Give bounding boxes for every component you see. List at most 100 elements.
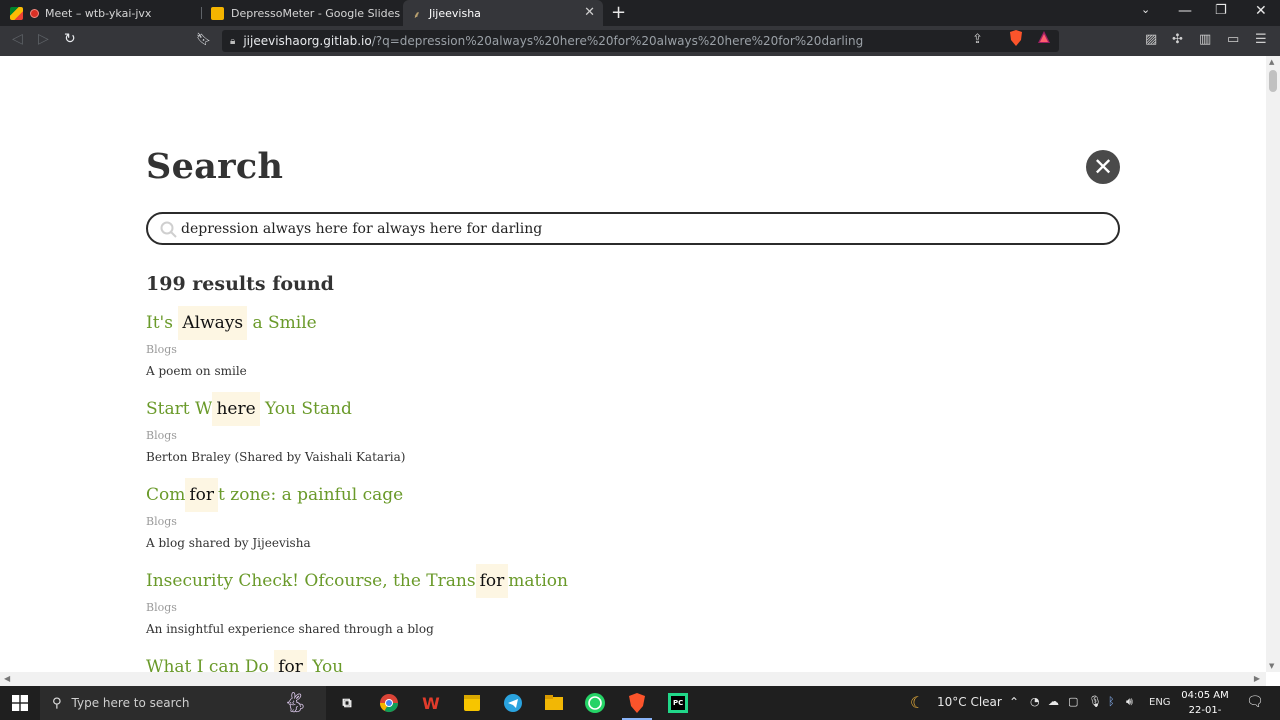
search-field[interactable]	[146, 212, 1120, 245]
minimize-icon[interactable]: —	[1178, 3, 1192, 19]
volume-icon[interactable]: 🔊︎	[1126, 695, 1133, 709]
result-title-text: a Smile	[247, 313, 317, 333]
tab-jijeevisha[interactable]: ⸙ Jijeevisha ✕	[403, 0, 603, 26]
puzzle-icon[interactable]: ✣	[1172, 32, 1183, 47]
vertical-scrollbar[interactable]: ▲ ▼	[1266, 56, 1280, 672]
brave-rewards-icon[interactable]	[1037, 30, 1051, 48]
show-hidden-icons-icon[interactable]: ⌃	[1009, 695, 1019, 709]
clock-time: 04:05 AM	[1181, 690, 1229, 701]
close-tab-icon[interactable]: ✕	[584, 5, 595, 20]
brave-browser-icon[interactable]	[626, 692, 648, 714]
tab-search-chevron-icon[interactable]: ⌄	[1141, 3, 1150, 16]
result-description: An insightful experience shared through …	[146, 622, 434, 636]
menu-icon[interactable]: ☰	[1255, 32, 1267, 47]
search-result: Insecurity Check! Ofcourse, the Trans for…	[146, 564, 568, 636]
wallet-icon[interactable]: ▭	[1227, 32, 1239, 47]
horizontal-scrollbar[interactable]: ◀ ▶	[0, 672, 1266, 686]
search-icon	[160, 221, 177, 238]
telegram-icon[interactable]	[502, 692, 524, 714]
windows-taskbar: ⚲ Type here to search 🐇︎ ⧉ W PC ☾ 10°C C…	[0, 686, 1280, 720]
result-description: Berton Braley (Shared by Vaishali Katari…	[146, 450, 406, 464]
scroll-up-icon[interactable]: ▲	[1269, 58, 1274, 66]
bunny-icon: 🐇︎	[282, 690, 308, 714]
weather-text[interactable]: 10°C Clear	[937, 695, 1002, 709]
search-input[interactable]	[181, 220, 1081, 237]
result-title-link[interactable]: Insecurity Check! Ofcourse, the Trans for…	[146, 564, 568, 598]
tab-label: Meet – wtb-ykai-jvx	[45, 6, 152, 20]
brave-shield-icon[interactable]	[1009, 30, 1023, 50]
chrome-icon[interactable]	[378, 692, 400, 714]
reload-icon[interactable]: ↻	[64, 31, 76, 47]
result-title-link[interactable]: It's Always a Smile	[146, 306, 317, 340]
scroll-left-icon[interactable]: ◀	[4, 674, 10, 683]
address-host: jijeevishaorg.gitlab.io	[243, 34, 372, 48]
scrollbar-thumb[interactable]	[1269, 70, 1277, 92]
restore-icon[interactable]: ❐	[1215, 3, 1227, 18]
close-icon: ✕	[1092, 153, 1114, 181]
tab-label: Jijeevisha	[429, 6, 481, 20]
site-favicon-icon: ⸙	[413, 9, 421, 21]
file-explorer-icon[interactable]	[543, 692, 565, 714]
result-title-text: Com	[146, 485, 186, 505]
browser-tab-bar: Meet – wtb-ykai-jvx DepressoMeter - Goog…	[0, 0, 1280, 26]
whatsapp-icon[interactable]	[584, 692, 606, 714]
back-icon[interactable]: ◁	[12, 31, 23, 47]
system-clock[interactable]: 04:05 AM 22-01-2023	[1176, 688, 1234, 720]
result-title-text: It's	[146, 313, 179, 333]
task-view-icon[interactable]: ⧉	[336, 692, 358, 714]
weather-moon-icon[interactable]: ☾	[910, 693, 924, 712]
meet-icon	[10, 6, 23, 20]
result-title-link[interactable]: What I can Do for You	[146, 650, 343, 672]
results-count: 199 results found	[146, 273, 334, 295]
tab-meet[interactable]: Meet – wtb-ykai-jvx	[0, 0, 200, 26]
slides-icon	[211, 6, 224, 20]
device-icon[interactable]: ▢	[1068, 695, 1078, 708]
scroll-right-icon[interactable]: ▶	[1254, 674, 1260, 683]
notifications-icon[interactable]: 🗨︎	[1246, 694, 1264, 710]
svg-text:PC: PC	[673, 699, 683, 707]
microphone-icon[interactable]: 🎙︎	[1088, 695, 1102, 708]
result-title-highlight: for	[475, 564, 509, 598]
pycharm-icon[interactable]: PC	[667, 692, 689, 714]
search-result: What I can Do for You	[146, 650, 343, 672]
result-title-link[interactable]: Com for t zone: a painful cage	[146, 478, 403, 512]
close-search-button[interactable]: ✕	[1086, 150, 1120, 184]
search-result: Com for t zone: a painful cage Blogs A blog …	[146, 478, 403, 550]
extension-icon[interactable]: ▨	[1145, 32, 1157, 47]
taskbar-search-placeholder: Type here to search	[71, 696, 190, 710]
share-icon[interactable]: ⇪	[972, 32, 983, 47]
new-tab-icon[interactable]: +	[611, 2, 626, 23]
browser-toolbar: ◁ ▷ ↻ 🔖︎ 🔒︎ jijeevishaorg.gitlab.io /?q=…	[0, 26, 1280, 56]
tab-label: DepressoMeter - Google Slides	[231, 6, 401, 20]
result-title-text: Start W	[146, 399, 213, 419]
sticky-notes-icon[interactable]	[461, 692, 483, 714]
result-title-highlight: for	[274, 650, 307, 672]
recording-icon	[30, 8, 39, 18]
result-title-text: You Stand	[259, 399, 352, 419]
result-title-text: What I can Do	[146, 657, 275, 672]
result-title-text: t zone: a painful cage	[218, 485, 404, 505]
result-title-highlight: here	[212, 392, 260, 426]
language-indicator[interactable]: ENG	[1149, 697, 1171, 708]
sidebar-icon[interactable]: ▥	[1199, 32, 1211, 47]
cloud-icon[interactable]: ☁	[1048, 695, 1059, 708]
window-close-icon[interactable]: ✕	[1255, 3, 1267, 19]
result-title-text: mation	[508, 571, 568, 591]
bookmark-icon[interactable]: 🔖︎	[196, 32, 211, 46]
windows-start-icon[interactable]	[12, 695, 28, 711]
network-icon[interactable]: ◔	[1030, 695, 1040, 708]
forward-icon[interactable]: ▷	[38, 31, 49, 47]
result-category: Blogs	[146, 601, 177, 614]
address-bar[interactable]: 🔒︎ jijeevishaorg.gitlab.io /?q=depressio…	[222, 30, 1059, 52]
result-title-link[interactable]: Start Where You Stand	[146, 392, 405, 426]
address-path: /?q=depression%20always%20here%20for%20a…	[371, 34, 864, 48]
result-title-highlight: Always	[178, 306, 248, 340]
lock-icon: 🔒︎	[230, 35, 236, 47]
page-content: Search ✕ 199 results found It's Always a…	[0, 56, 1266, 672]
result-category: Blogs	[146, 429, 177, 442]
scroll-down-icon[interactable]: ▼	[1269, 662, 1274, 670]
wps-office-icon[interactable]: W	[420, 692, 442, 714]
tab-slides[interactable]: DepressoMeter - Google Slides	[201, 0, 401, 26]
taskbar-search[interactable]: ⚲ Type here to search 🐇︎	[40, 686, 326, 720]
bluetooth-icon[interactable]: ᛒ	[1108, 695, 1115, 708]
